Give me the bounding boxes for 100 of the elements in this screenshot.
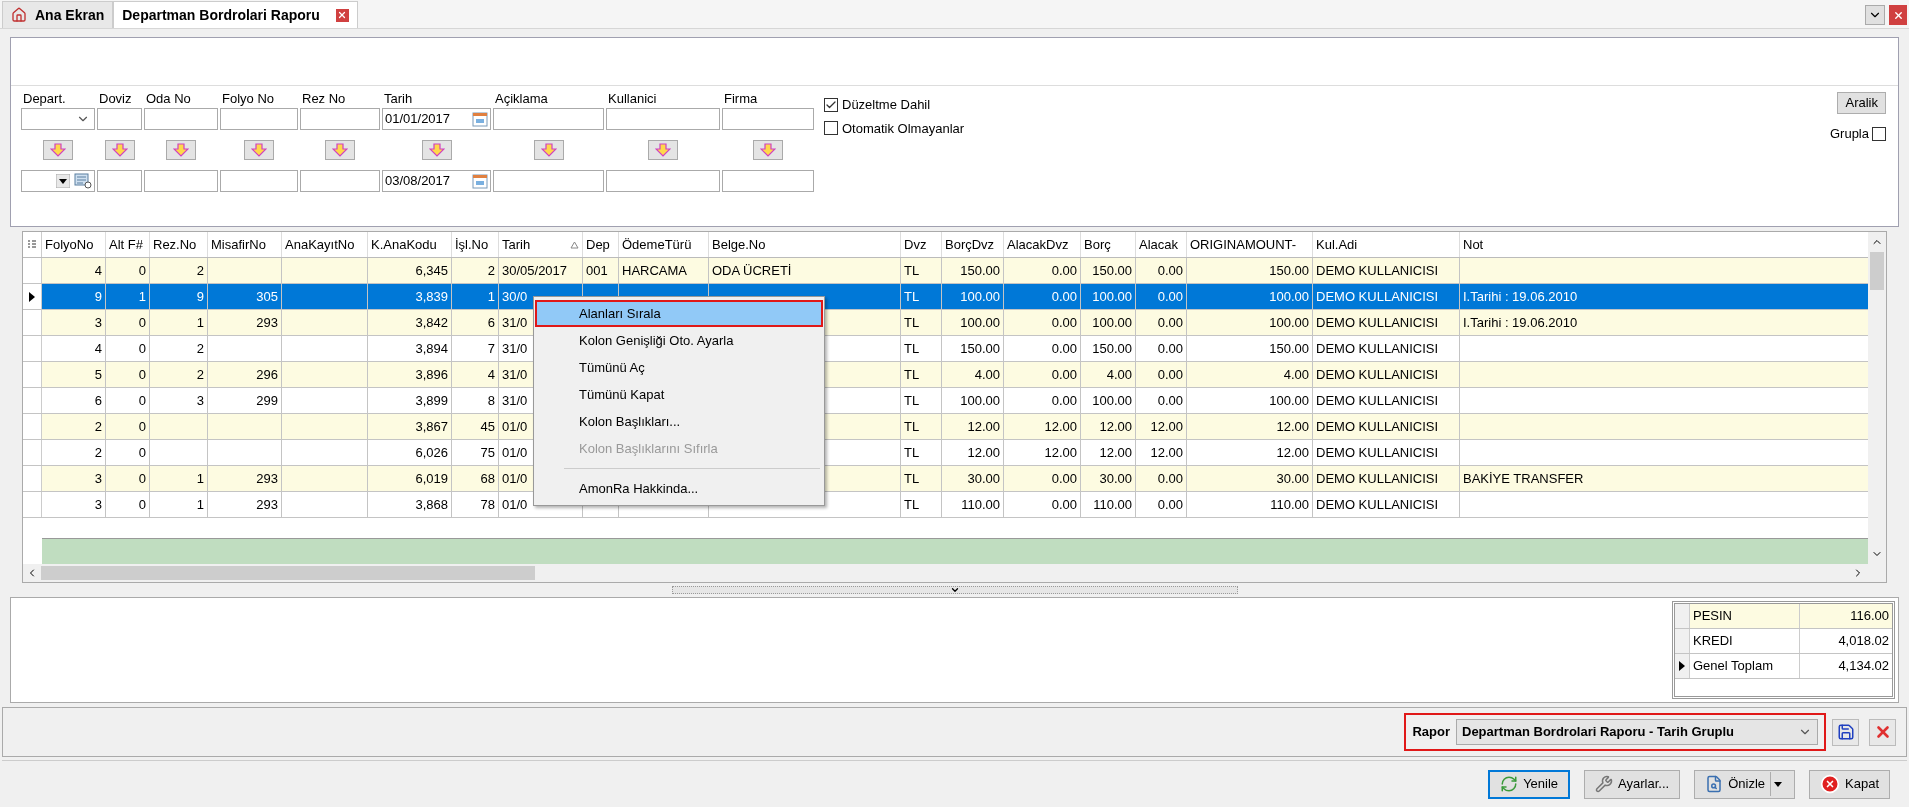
splitter-handle[interactable] (671, 586, 1238, 594)
column-header[interactable]: Alt F# (106, 232, 150, 257)
delete-button[interactable] (1869, 718, 1896, 746)
date-field[interactable]: 01/01/2017 (382, 108, 491, 130)
table-cell-text: 293 (256, 469, 278, 488)
copy-down-button[interactable] (166, 140, 196, 160)
scrollbar-thumb[interactable] (1870, 252, 1884, 290)
tab[interactable]: Ana Ekran (2, 1, 114, 28)
table-cell-text: 150.00 (960, 261, 1000, 280)
lookup-icon[interactable] (74, 173, 92, 189)
table-cell-text: 31/0 (502, 339, 528, 358)
copy-down-button[interactable] (648, 140, 678, 160)
filter-field[interactable] (722, 108, 814, 130)
filter-field[interactable] (606, 170, 720, 192)
table-cell-text: 8 (487, 391, 495, 410)
column-header[interactable]: ORIGINAMOUNT- (1187, 232, 1313, 257)
department-select[interactable] (21, 108, 95, 130)
table-cell-text: DEMO KULLANICISI (1316, 417, 1439, 436)
table-cell-text: TL (904, 417, 920, 436)
table-row[interactable]: 4 0 2 6,345 2 30/05/2017 001 HARCAMA ODA ÜCRETİ TL 150.00 0.00 150.00 0.00 150.00 DEMO KULLANICISI (23, 258, 1868, 284)
filter-field[interactable] (220, 108, 298, 130)
scrollbar-thumb[interactable] (41, 566, 535, 580)
filter-field[interactable] (606, 108, 720, 130)
column-header[interactable]: FolyoNo (42, 232, 106, 257)
filter-field[interactable] (220, 170, 298, 192)
column-header[interactable]: MisafirNo (208, 232, 282, 257)
column-header[interactable]: Borç (1081, 232, 1136, 257)
action-button[interactable]: Kapat (1809, 769, 1890, 799)
action-button[interactable]: Ayarlar... (1584, 769, 1681, 799)
table-cell-text: 6,026 (415, 443, 448, 462)
wrench-icon (1595, 775, 1614, 793)
row-indicator[interactable] (23, 284, 42, 309)
calendar-icon[interactable] (472, 173, 488, 189)
row-indicator[interactable] (1675, 654, 1690, 678)
checkbox[interactable] (1872, 126, 1886, 141)
copy-down-button[interactable] (533, 140, 564, 160)
report-select[interactable]: Departman Bordrolari Raporu - Tarih Gruplu (1456, 719, 1818, 745)
filter-field[interactable] (493, 108, 604, 130)
close-icon[interactable] (335, 8, 349, 22)
table-cell-text: 4 (94, 261, 102, 280)
checkbox[interactable] (824, 121, 838, 136)
refresh-icon (1500, 775, 1519, 793)
column-header[interactable]: Kul.Adi (1313, 232, 1460, 257)
column-header[interactable]: Alacak (1136, 232, 1187, 257)
save-icon (1836, 723, 1855, 741)
table-cell-text: DEMO KULLANICISI (1316, 495, 1439, 514)
calendar-icon[interactable] (472, 111, 488, 127)
column-header[interactable]: K.AnaKodu (368, 232, 452, 257)
table-cell-text: 2 (94, 443, 102, 462)
column-header[interactable]: Tarih (499, 232, 583, 257)
column-header[interactable]: Dep (583, 232, 619, 257)
filter-label: Folyo No (221, 90, 276, 108)
table-row[interactable]: 3 0 1 293 3,868 78 01/0 TL 110.00 0.00 110.00 0.00 110.00 DEMO KULLANICISI (23, 492, 1868, 518)
filter-field[interactable] (722, 170, 814, 192)
column-header[interactable]: AlacakDvz (1004, 232, 1081, 257)
column-header[interactable]: Belge.No (709, 232, 901, 257)
filter-field[interactable] (300, 170, 380, 192)
column-header[interactable]: BorçDvz (942, 232, 1004, 257)
copy-down-button[interactable] (753, 140, 783, 160)
table-cell-text: 3,839 (415, 287, 448, 306)
filter-field[interactable] (493, 170, 604, 192)
vertical-scrollbar[interactable] (1868, 232, 1886, 564)
column-header[interactable]: İşl.No (452, 232, 499, 257)
table-row[interactable]: 9 1 9 305 3,839 1 30/0 TL 100.00 0.00 100.00 0.00 100.00 DEMO KULLANICISI I.Tarihi : 19.06.2010 (23, 284, 1868, 310)
copy-down-button[interactable] (421, 140, 452, 160)
table-cell-text: 2 (196, 339, 204, 358)
filter-field[interactable] (144, 108, 218, 130)
range-button[interactable]: Aralik (1837, 92, 1886, 114)
column-header[interactable]: ÖdemeTürü (619, 232, 709, 257)
date-field[interactable]: 03/08/2017 (382, 170, 491, 192)
dropdown-button[interactable] (1865, 5, 1885, 25)
table-cell-text: 100.00 (960, 313, 1000, 332)
close-button[interactable] (1889, 5, 1907, 25)
column-header[interactable]: Dvz (901, 232, 942, 257)
table-cell-text: 0.00 (1051, 313, 1077, 332)
filter-field[interactable] (97, 170, 142, 192)
tab[interactable]: Departman Bordrolari Raporu (113, 1, 358, 28)
table-cell-text: 0.00 (1157, 287, 1183, 306)
copy-down-button[interactable] (104, 140, 135, 160)
checkbox[interactable] (824, 97, 838, 112)
table-cell-text: TL (904, 339, 920, 358)
table-cell-text: 01/0 (502, 495, 528, 514)
horizontal-scrollbar[interactable] (23, 564, 1886, 582)
column-header[interactable]: Rez.No (150, 232, 208, 257)
copy-down-button[interactable] (43, 140, 73, 160)
table-cell-text: 0 (138, 261, 146, 280)
table-cell-text: 100.00 (1269, 313, 1309, 332)
column-chooser-icon[interactable] (28, 239, 36, 250)
action-button[interactable]: Önizle (1694, 769, 1795, 799)
copy-down-button[interactable] (325, 140, 355, 160)
copy-down-button[interactable] (244, 140, 274, 160)
menu-item[interactable]: Alanları Sırala (535, 300, 823, 327)
column-header[interactable]: AnaKayıtNo (282, 232, 368, 257)
filter-field[interactable] (300, 108, 380, 130)
department-select[interactable] (21, 170, 95, 192)
filter-field[interactable] (144, 170, 218, 192)
save-button[interactable] (1832, 718, 1859, 746)
arrow-down-icon (655, 143, 671, 157)
filter-field[interactable] (97, 108, 142, 130)
action-button[interactable]: Yenile (1488, 769, 1571, 799)
